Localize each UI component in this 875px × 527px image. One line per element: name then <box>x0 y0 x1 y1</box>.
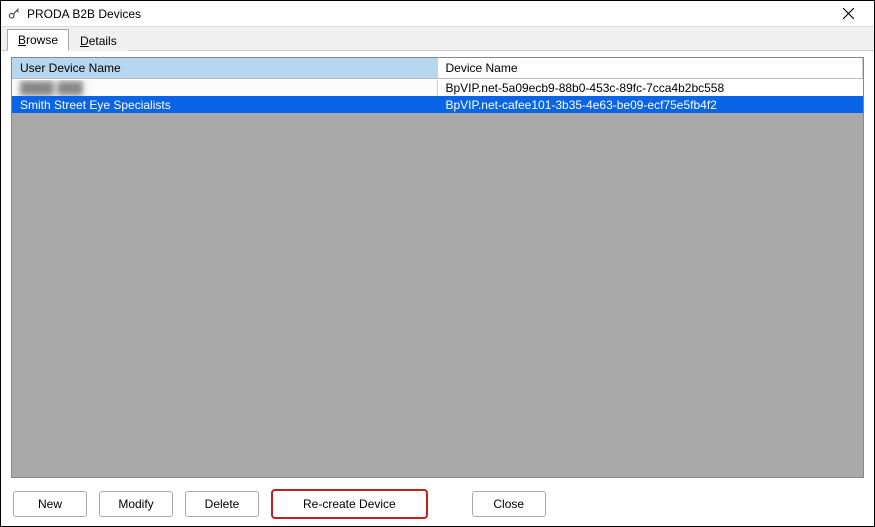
content-area: User Device Name Device Name ████ ███BpV… <box>1 51 874 482</box>
close-button[interactable] <box>828 2 868 26</box>
grid-body: ████ ███BpVIP.net-5a09ecb9-88b0-453c-89f… <box>12 79 863 477</box>
delete-button[interactable]: Delete <box>185 491 259 517</box>
device-grid[interactable]: User Device Name Device Name ████ ███BpV… <box>11 57 864 478</box>
titlebar: PRODA B2B Devices <box>1 1 874 27</box>
table-row[interactable]: Smith Street Eye SpecialistsBpVIP.net-ca… <box>12 96 863 113</box>
close-dialog-button[interactable]: Close <box>472 491 546 517</box>
modify-button[interactable]: Modify <box>99 491 173 517</box>
table-row[interactable]: ████ ███BpVIP.net-5a09ecb9-88b0-453c-89f… <box>12 79 863 96</box>
col-header-user-device[interactable]: User Device Name <box>12 58 438 78</box>
cell-device-name: BpVIP.net-cafee101-3b35-4e63-be09-ecf75e… <box>438 97 864 113</box>
key-icon <box>7 7 21 21</box>
tab-details[interactable]: Details <box>69 30 128 51</box>
col-header-device-name[interactable]: Device Name <box>438 58 864 78</box>
cell-user-device: Smith Street Eye Specialists <box>12 97 438 113</box>
recreate-device-button[interactable]: Re-create Device <box>271 489 428 519</box>
tab-browse[interactable]: Browse <box>7 29 69 51</box>
cell-device-name: BpVIP.net-5a09ecb9-88b0-453c-89fc-7cca4b… <box>438 80 864 96</box>
window-title: PRODA B2B Devices <box>27 7 828 21</box>
grid-header: User Device Name Device Name <box>12 58 863 79</box>
cell-user-device: ████ ███ <box>12 80 438 96</box>
window-frame: PRODA B2B Devices Browse Details User De… <box>0 0 875 527</box>
new-button[interactable]: New <box>13 491 87 517</box>
tab-bar: Browse Details <box>1 27 874 51</box>
button-bar: New Modify Delete Re-create Device Close <box>1 482 874 526</box>
